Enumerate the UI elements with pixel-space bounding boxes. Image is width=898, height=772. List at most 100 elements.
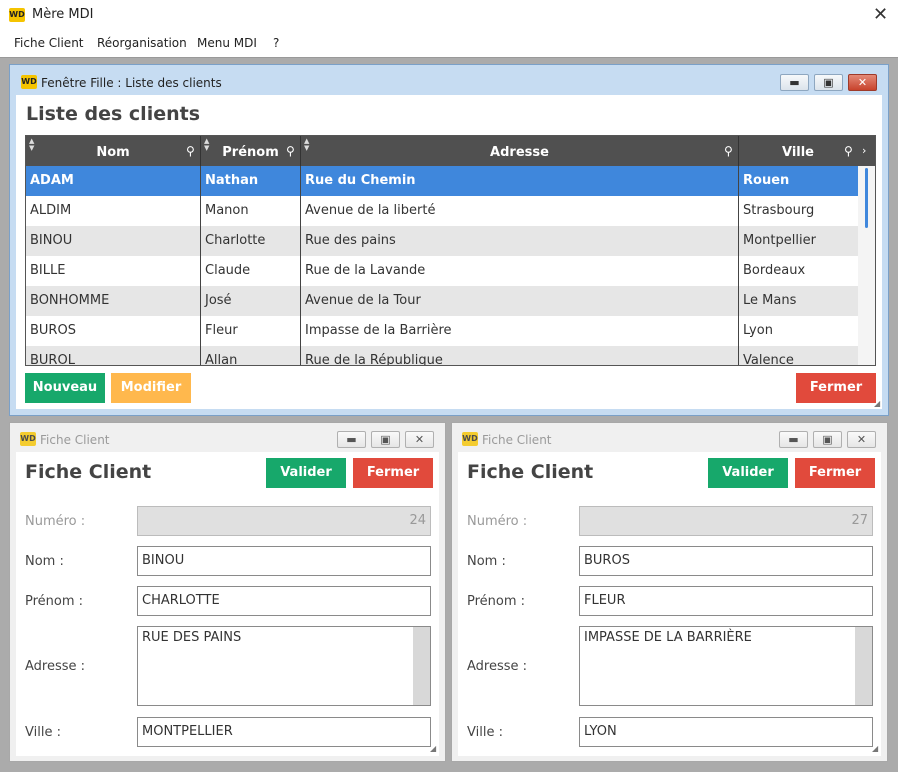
nom-field[interactable]: BUROS xyxy=(579,546,873,576)
nom-label: Nom : xyxy=(467,554,506,569)
adresse-text: IMPASSE DE LA BARRIÈRE xyxy=(584,630,752,645)
adresse-label: Adresse : xyxy=(25,659,86,674)
cell-adresse: Impasse de la Barrière xyxy=(301,316,739,346)
cell-nom: ADAM xyxy=(26,166,201,196)
fiche-right-minimize-button[interactable]: ▬ xyxy=(779,431,808,448)
fiche-right-title: Fiche Client xyxy=(482,433,552,447)
fiche-right-maximize-button[interactable]: ▣ xyxy=(813,431,842,448)
fiche-left-close-button[interactable]: ✕ xyxy=(405,431,434,448)
maximize-icon: ▣ xyxy=(380,433,391,446)
table-row[interactable]: BUROS Fleur Impasse de la Barrière Lyon xyxy=(26,316,858,346)
cell-nom: BONHOMME xyxy=(26,286,201,316)
sort-arrows-icon[interactable]: ▲ ▼ xyxy=(29,138,34,152)
menubar: Fiche Client Réorganisation Menu MDI ? xyxy=(0,31,898,55)
cell-prenom: Allan xyxy=(201,346,301,365)
cell-ville: Le Mans xyxy=(743,293,797,308)
numero-field: 27 xyxy=(579,506,873,536)
menu-fiche-client[interactable]: Fiche Client xyxy=(14,36,84,50)
table-row[interactable]: ALDIM Manon Avenue de la liberté Strasbo… xyxy=(26,196,858,226)
valider-button[interactable]: Valider xyxy=(266,458,346,488)
ville-field[interactable]: MONTPELLIER xyxy=(137,717,431,747)
close-list-button[interactable]: Fermer xyxy=(796,373,876,403)
sort-arrows-icon[interactable]: ▲ ▼ xyxy=(304,138,309,152)
ville-field[interactable]: LYON xyxy=(579,717,873,747)
cell-adresse: Rue du Chemin xyxy=(301,166,739,196)
fiche-right-client: Fiche Client Valider Fermer Numéro : 27 … xyxy=(458,452,881,756)
fermer-button[interactable]: Fermer xyxy=(353,458,433,488)
fiche-left-heading: Fiche Client xyxy=(25,461,152,483)
close-icon: ✕ xyxy=(414,433,425,446)
ville-label: Ville : xyxy=(25,725,61,740)
cell-ville: Valence xyxy=(743,353,794,365)
main-titlebar: WD Mère MDI ✕ xyxy=(0,0,898,30)
cell-ville: Lyon xyxy=(743,323,773,338)
numero-label: Numéro : xyxy=(467,514,528,529)
cell-ville: Bordeaux xyxy=(743,263,806,278)
adresse-field[interactable]: IMPASSE DE LA BARRIÈRE xyxy=(579,626,873,706)
resize-grip-icon[interactable]: ◢ xyxy=(874,399,880,408)
fermer-button[interactable]: Fermer xyxy=(795,458,875,488)
cell-ville: Rouen xyxy=(743,173,790,188)
scrollbar-thumb[interactable] xyxy=(865,168,868,228)
col-header-ville[interactable]: Ville xyxy=(739,136,857,166)
cell-nom: ALDIM xyxy=(26,196,201,226)
search-icon[interactable]: ⚲ xyxy=(844,144,853,158)
adresse-field[interactable]: RUE DES PAINS xyxy=(137,626,431,706)
cell-adresse: Avenue de la liberté xyxy=(301,196,739,226)
cell-prenom: Charlotte xyxy=(201,226,301,256)
cell-adresse: Rue de la République xyxy=(301,346,739,365)
new-button[interactable]: Nouveau xyxy=(25,373,105,403)
cell-adresse: Rue de la Lavande xyxy=(301,256,739,286)
search-icon[interactable]: ⚲ xyxy=(186,144,195,158)
fiche-window-right: WD Fiche Client ▬ ▣ ✕ Fiche Client Valid… xyxy=(451,422,888,762)
maximize-icon: ▣ xyxy=(822,433,833,446)
nom-field[interactable]: BINOU xyxy=(137,546,431,576)
table-row[interactable]: BINOU Charlotte Rue des pains Montpellie… xyxy=(26,226,858,256)
table-row[interactable]: BILLE Claude Rue de la Lavande Bordeaux xyxy=(26,256,858,286)
adresse-label: Adresse : xyxy=(467,659,528,674)
adresse-text: RUE DES PAINS xyxy=(142,630,242,645)
table-body: ADAM Nathan Rue du Chemin Rouen ALDIM Ma… xyxy=(26,166,858,365)
cell-adresse: Rue des pains xyxy=(301,226,739,256)
search-icon[interactable]: ⚲ xyxy=(286,144,295,158)
table-row[interactable]: BUROL Allan Rue de la République Valence xyxy=(26,346,858,365)
chevron-right-icon[interactable]: › xyxy=(862,144,866,157)
fiche-window-left: WD Fiche Client ▬ ▣ ✕ Fiche Client Valid… xyxy=(9,422,446,762)
list-minimize-button[interactable]: ▬ xyxy=(780,74,809,91)
cell-ville: Montpellier xyxy=(743,233,816,248)
menu-help[interactable]: ? xyxy=(273,36,279,50)
close-icon: ✕ xyxy=(857,76,868,89)
fiche-left-minimize-button[interactable]: ▬ xyxy=(337,431,366,448)
menu-mdi[interactable]: Menu MDI xyxy=(197,36,257,50)
fiche-left-title: Fiche Client xyxy=(40,433,110,447)
col-header-nom[interactable]: Nom xyxy=(26,136,200,166)
search-icon[interactable]: ⚲ xyxy=(724,144,733,158)
fiche-left-maximize-button[interactable]: ▣ xyxy=(371,431,400,448)
col-header-adresse[interactable]: Adresse xyxy=(301,136,738,166)
numero-field: 24 xyxy=(137,506,431,536)
edit-button[interactable]: Modifier xyxy=(111,373,191,403)
fiche-right-close-button[interactable]: ✕ xyxy=(847,431,876,448)
app-close-icon[interactable]: ✕ xyxy=(873,6,888,24)
resize-grip-icon[interactable]: ◢ xyxy=(872,744,878,753)
list-close-button[interactable]: ✕ xyxy=(848,74,877,91)
cell-nom: BILLE xyxy=(26,256,201,286)
clients-table[interactable]: Nom ▲ ▼ ⚲ Prénom ▲ ▼ ⚲ Adresse ▲ ▼ ⚲ Ville … xyxy=(25,135,876,366)
valider-button[interactable]: Valider xyxy=(708,458,788,488)
prenom-field[interactable]: FLEUR xyxy=(579,586,873,616)
prenom-field[interactable]: CHARLOTTE xyxy=(137,586,431,616)
adresse-scrollbar[interactable] xyxy=(413,627,430,705)
sort-arrows-icon[interactable]: ▲ ▼ xyxy=(204,138,209,152)
table-row[interactable]: ADAM Nathan Rue du Chemin Rouen xyxy=(26,166,858,196)
menu-reorganisation[interactable]: Réorganisation xyxy=(97,36,187,50)
resize-grip-icon[interactable]: ◢ xyxy=(430,744,436,753)
adresse-scrollbar[interactable] xyxy=(855,627,872,705)
table-vscrollbar[interactable] xyxy=(858,166,875,365)
table-row[interactable]: BONHOMME José Avenue de la Tour Le Mans xyxy=(26,286,858,316)
list-maximize-button[interactable]: ▣ xyxy=(814,74,843,91)
app-title: Mère MDI xyxy=(32,7,94,22)
list-window-client: Liste des clients Nom ▲ ▼ ⚲ Prénom ▲ ▼ ⚲ A… xyxy=(16,95,882,409)
cell-prenom: Manon xyxy=(201,196,301,226)
prenom-label: Prénom : xyxy=(467,594,526,609)
cell-nom: BUROL xyxy=(26,346,201,365)
